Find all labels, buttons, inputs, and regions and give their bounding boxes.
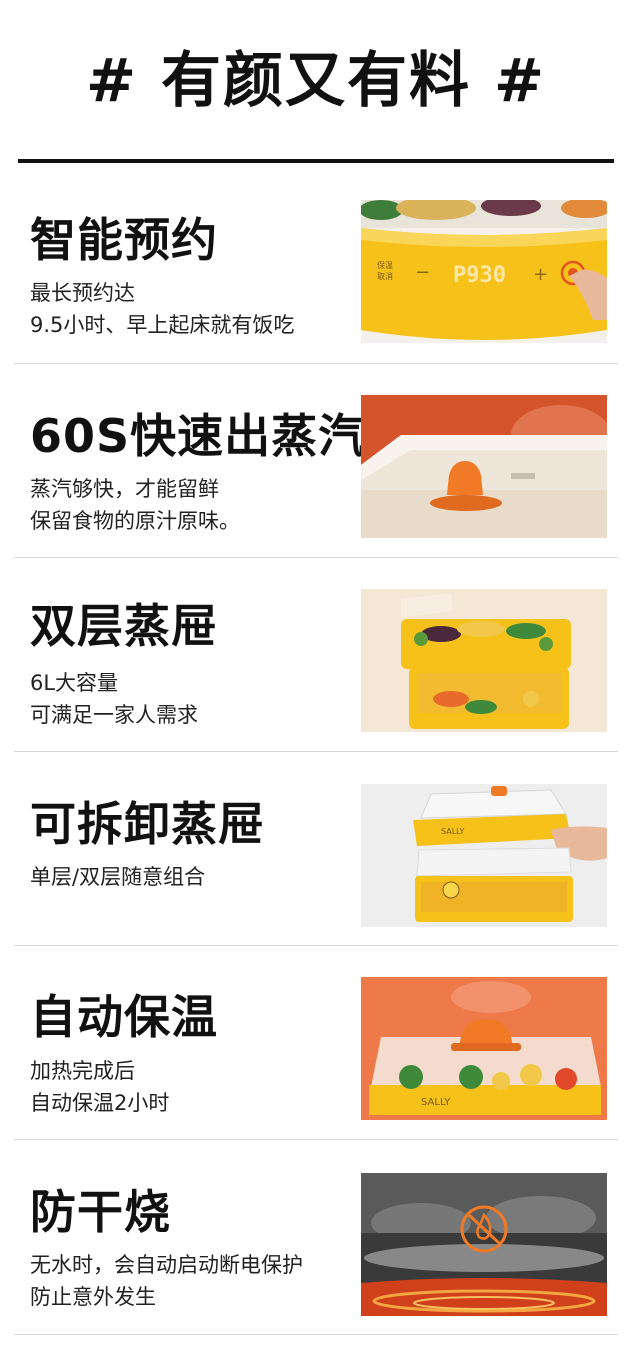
keep-warm-photo: SALLY (361, 977, 607, 1120)
feature-desc-line: 蒸汽够快，才能留鲜 (30, 477, 219, 501)
feature-desc-line: 9.5小时、早上起床就有饭吃 (30, 313, 295, 337)
feature-desc-line: 单层/双层随意组合 (30, 865, 206, 889)
dry-burn-photo (361, 1173, 607, 1316)
removable-tray-photo: SALLY (361, 784, 607, 927)
panel-label-keep-warm: 保温 (377, 260, 393, 270)
svg-text:−: − (415, 262, 430, 283)
feature-desc-line: 保留食物的原汁原味。 (30, 509, 240, 533)
dry-burn-illustration (361, 1173, 607, 1316)
feature-description: 加热完成后 自动保温2小时 (30, 1055, 169, 1119)
feature-dry-burn-protection: 防干烧 无水时，会自动启动断电保护 防止意外发生 (0, 1139, 632, 1334)
panel-label-cancel: 取消 (377, 271, 393, 281)
feature-removable-tray: 可拆卸蒸屉 单层/双层随意组合 SALLY (0, 751, 632, 946)
feature-desc-line: 自动保温2小时 (30, 1091, 170, 1115)
feature-title: 60S快速出蒸汽 (30, 409, 366, 463)
double-layer-photo (361, 589, 607, 732)
feature-desc-line: 防止意外发生 (30, 1285, 156, 1309)
feature-description: 6L大容量 可满足一家人需求 (30, 667, 198, 731)
removable-tray-illustration: SALLY (361, 784, 607, 927)
feature-auto-keep-warm: 自动保温 加热完成后 自动保温2小时 SALLY (0, 945, 632, 1140)
feature-desc-line: 最长预约达 (30, 281, 135, 305)
section-divider (14, 1334, 618, 1335)
feature-smart-reservation: 智能预约 最长预约达 9.5小时、早上起床就有饭吃 保温 取消 − P930 + (0, 195, 632, 390)
feature-double-layer: 双层蒸屉 6L大容量 可满足一家人需求 (0, 557, 632, 752)
display-readout: P930 (453, 263, 506, 288)
feature-description: 蒸汽够快，才能留鲜 保留食物的原汁原味。 (30, 473, 240, 537)
brand-label: SALLY (441, 827, 465, 836)
steamer-lid-photo (361, 395, 607, 538)
control-panel-photo: 保温 取消 − P930 + (361, 200, 607, 343)
feature-description: 单层/双层随意组合 (30, 861, 205, 893)
header-divider (18, 159, 614, 163)
keep-warm-illustration: SALLY (361, 977, 607, 1120)
feature-title: 可拆卸蒸屉 (30, 797, 265, 851)
page-title: # 有颜又有料 # (85, 45, 547, 116)
svg-text:+: + (533, 264, 548, 285)
feature-description: 最长预约达 9.5小时、早上起床就有饭吃 (30, 277, 294, 341)
feature-title: 自动保温 (30, 990, 218, 1044)
control-panel-illustration: 保温 取消 − P930 + (361, 200, 607, 343)
feature-title: 防干烧 (30, 1185, 171, 1239)
steamer-lid-illustration (361, 395, 607, 538)
brand-label: SALLY (421, 1097, 451, 1108)
feature-description: 无水时，会自动启动断电保护 防止意外发生 (30, 1249, 303, 1313)
feature-desc-line: 可满足一家人需求 (30, 703, 198, 727)
feature-title: 智能预约 (30, 213, 218, 267)
double-layer-illustration (361, 589, 607, 732)
feature-fast-steam: 60S快速出蒸汽 蒸汽够快，才能留鲜 保留食物的原汁原味。 (0, 363, 632, 558)
feature-desc-line: 加热完成后 (30, 1059, 135, 1083)
feature-desc-line: 无水时，会自动启动断电保护 (30, 1253, 303, 1277)
feature-title: 双层蒸屉 (30, 599, 218, 653)
feature-desc-line: 6L大容量 (30, 671, 119, 695)
page-header: # 有颜又有料 # (0, 0, 632, 150)
